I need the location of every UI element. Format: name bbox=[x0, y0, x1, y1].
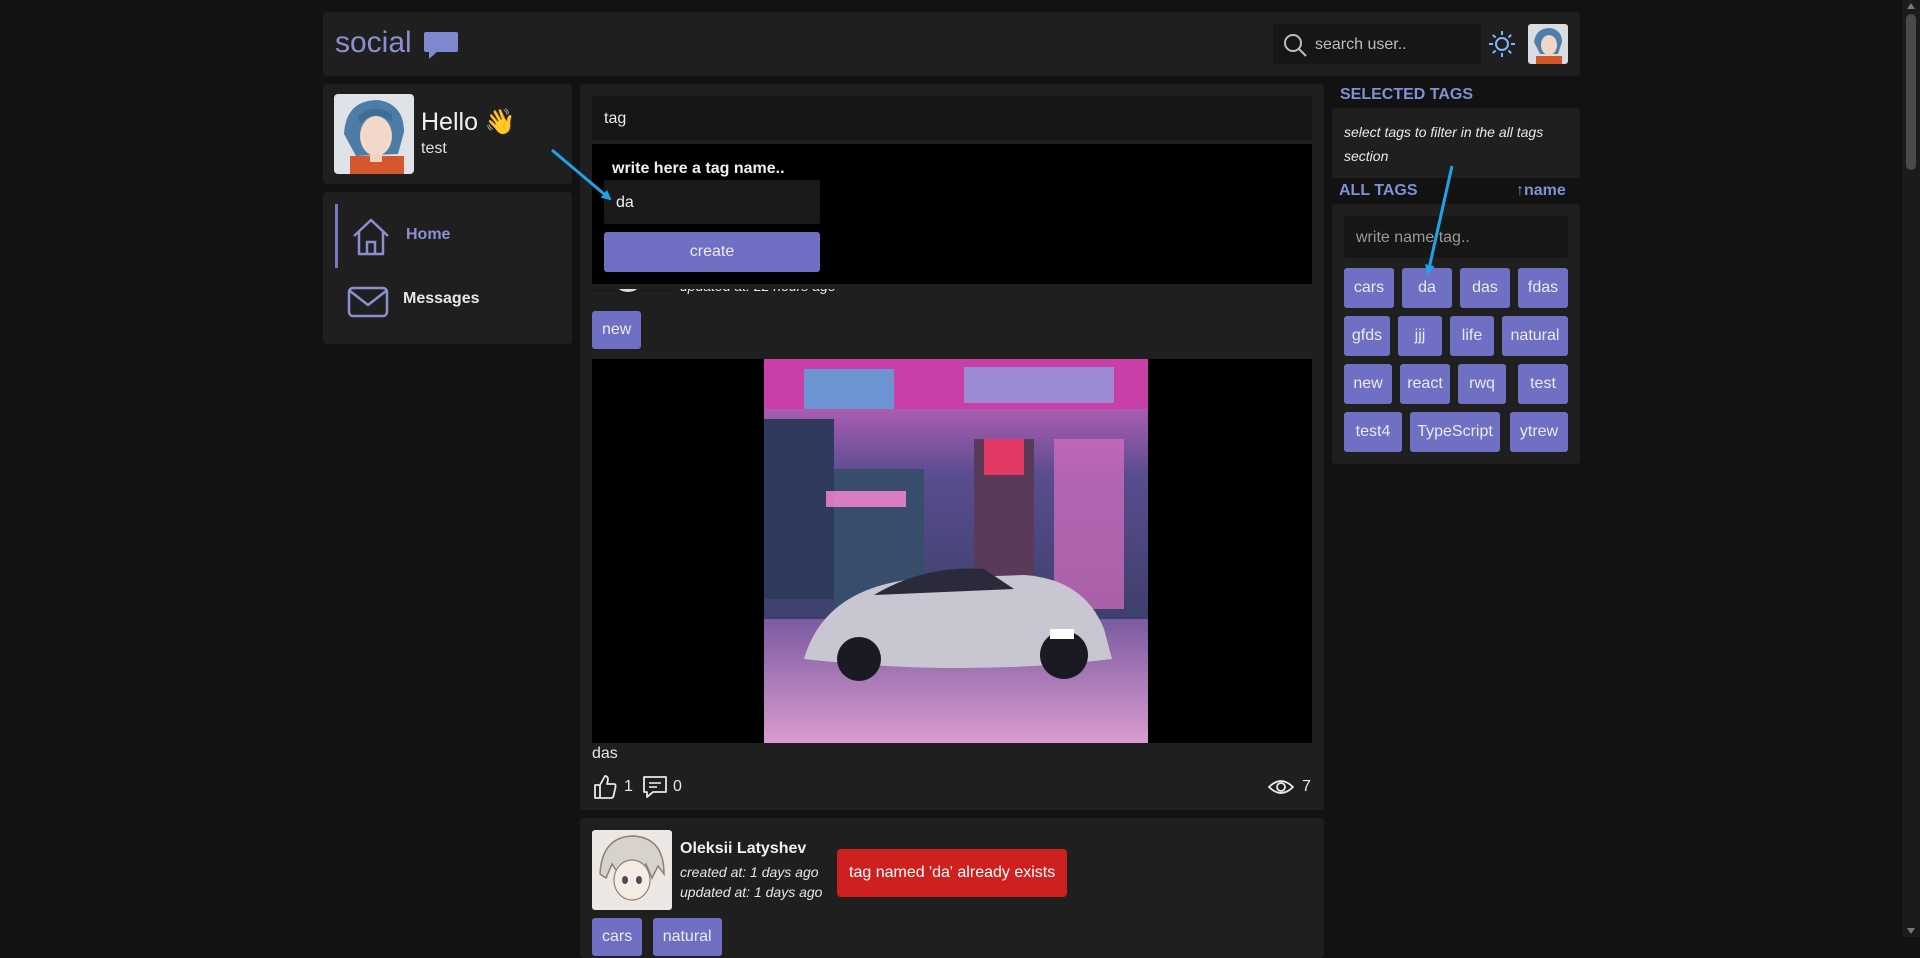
header-avatar[interactable] bbox=[1528, 24, 1568, 64]
tag-chip[interactable]: das bbox=[1460, 268, 1510, 308]
tag-chip[interactable]: cars bbox=[592, 918, 643, 956]
post-tags: cars natural bbox=[592, 918, 728, 956]
eye-icon bbox=[1268, 780, 1294, 794]
post-tags: new bbox=[592, 311, 642, 349]
tag-chip[interactable]: natural bbox=[652, 918, 722, 956]
side-nav: Home Messages bbox=[323, 192, 572, 344]
error-toast: tag named 'da' already exists bbox=[837, 849, 1068, 897]
tag-chip[interactable]: rwq bbox=[1458, 364, 1506, 404]
page-scrollbar[interactable] bbox=[1902, 0, 1920, 937]
like-icon[interactable] bbox=[592, 774, 618, 800]
create-button[interactable]: create bbox=[604, 232, 820, 272]
selected-tags-box: select tags to filter in the all tags se… bbox=[1332, 108, 1580, 178]
mail-icon bbox=[347, 286, 389, 318]
tag-chip[interactable]: new bbox=[592, 311, 642, 349]
all-tags-box: cars da das fdas gfds jjj life natural n… bbox=[1332, 204, 1580, 464]
tag-input[interactable] bbox=[602, 96, 1306, 142]
avatar-image bbox=[1528, 24, 1568, 64]
post-card: updated at: 22 hours ago new bbox=[580, 212, 1324, 810]
tag-chip[interactable]: gfds bbox=[1344, 316, 1390, 356]
popup-title: write here a tag name.. bbox=[612, 160, 785, 177]
selected-tags-hint: select tags to filter in the all tags se… bbox=[1344, 124, 1544, 164]
tag-chip[interactable]: natural bbox=[1502, 316, 1568, 356]
scroll-down-arrow-icon[interactable] bbox=[1907, 928, 1915, 934]
tag-chip[interactable]: life bbox=[1450, 316, 1494, 356]
all-tags-title: ALL TAGS bbox=[1339, 182, 1418, 199]
tag-chip[interactable]: TypeScript bbox=[1410, 412, 1500, 452]
home-icon bbox=[353, 218, 389, 256]
post-author-avatar[interactable] bbox=[592, 830, 672, 910]
create-tag-popup: write here a tag name.. create bbox=[592, 144, 1312, 284]
car-photo bbox=[764, 359, 1148, 743]
sort-by-name-toggle[interactable]: ↑name bbox=[1516, 182, 1566, 200]
post-text: das bbox=[592, 745, 618, 762]
comment-icon[interactable] bbox=[642, 774, 668, 800]
username: test bbox=[421, 140, 447, 157]
scrollbar-thumb[interactable] bbox=[1906, 14, 1916, 170]
tag-chip[interactable]: cars bbox=[1344, 268, 1394, 308]
tag-name-field[interactable] bbox=[604, 180, 820, 226]
like-count: 1 bbox=[624, 778, 633, 795]
view-count: 7 bbox=[1302, 778, 1311, 795]
tag-chip[interactable]: ytrew bbox=[1510, 412, 1568, 452]
greeting: Hello 👋 bbox=[421, 108, 517, 136]
scroll-up-arrow-icon[interactable] bbox=[1907, 3, 1915, 9]
avatar-image bbox=[592, 830, 672, 910]
avatar[interactable] bbox=[334, 94, 414, 174]
post-photo bbox=[764, 359, 1148, 743]
tag-chip[interactable]: jjj bbox=[1398, 316, 1442, 356]
post-updated-at: updated at: 1 days ago bbox=[680, 884, 823, 900]
tag-chip[interactable]: fdas bbox=[1518, 268, 1568, 308]
post-created-at: created at: 1 days ago bbox=[680, 864, 819, 880]
tag-filter-input[interactable] bbox=[1354, 216, 1558, 260]
chat-bubble-icon bbox=[424, 32, 458, 59]
comment-count: 0 bbox=[673, 778, 682, 795]
avatar-image bbox=[334, 94, 414, 174]
selected-tags-title: SELECTED TAGS bbox=[1340, 86, 1474, 103]
top-header: social bbox=[323, 12, 1580, 76]
tag-field[interactable] bbox=[592, 96, 1312, 142]
nav-item-messages[interactable]: Messages bbox=[335, 268, 560, 332]
profile-card: Hello 👋 test bbox=[323, 84, 572, 184]
tag-name-input[interactable] bbox=[614, 180, 814, 226]
post-author-name[interactable]: Oleksii Latyshev bbox=[680, 840, 806, 858]
sun-icon[interactable] bbox=[1488, 30, 1516, 58]
user-search[interactable] bbox=[1273, 24, 1481, 66]
create-tag-card: write here a tag name.. create bbox=[580, 84, 1324, 289]
search-input[interactable] bbox=[1313, 24, 1477, 66]
tag-chip[interactable]: react bbox=[1400, 364, 1450, 404]
nav-item-home[interactable]: Home bbox=[335, 204, 563, 268]
tag-chip[interactable]: da bbox=[1402, 268, 1452, 308]
tag-filter-field[interactable] bbox=[1344, 216, 1568, 260]
tag-chip[interactable]: new bbox=[1344, 364, 1392, 404]
nav-label-home: Home bbox=[406, 226, 451, 243]
post-image-frame[interactable] bbox=[592, 359, 1312, 743]
tag-chip[interactable]: test4 bbox=[1344, 412, 1402, 452]
logo-text[interactable]: social bbox=[335, 26, 412, 60]
tag-chip[interactable]: test bbox=[1518, 364, 1568, 404]
nav-label-messages: Messages bbox=[403, 290, 480, 307]
search-icon bbox=[1284, 34, 1307, 57]
